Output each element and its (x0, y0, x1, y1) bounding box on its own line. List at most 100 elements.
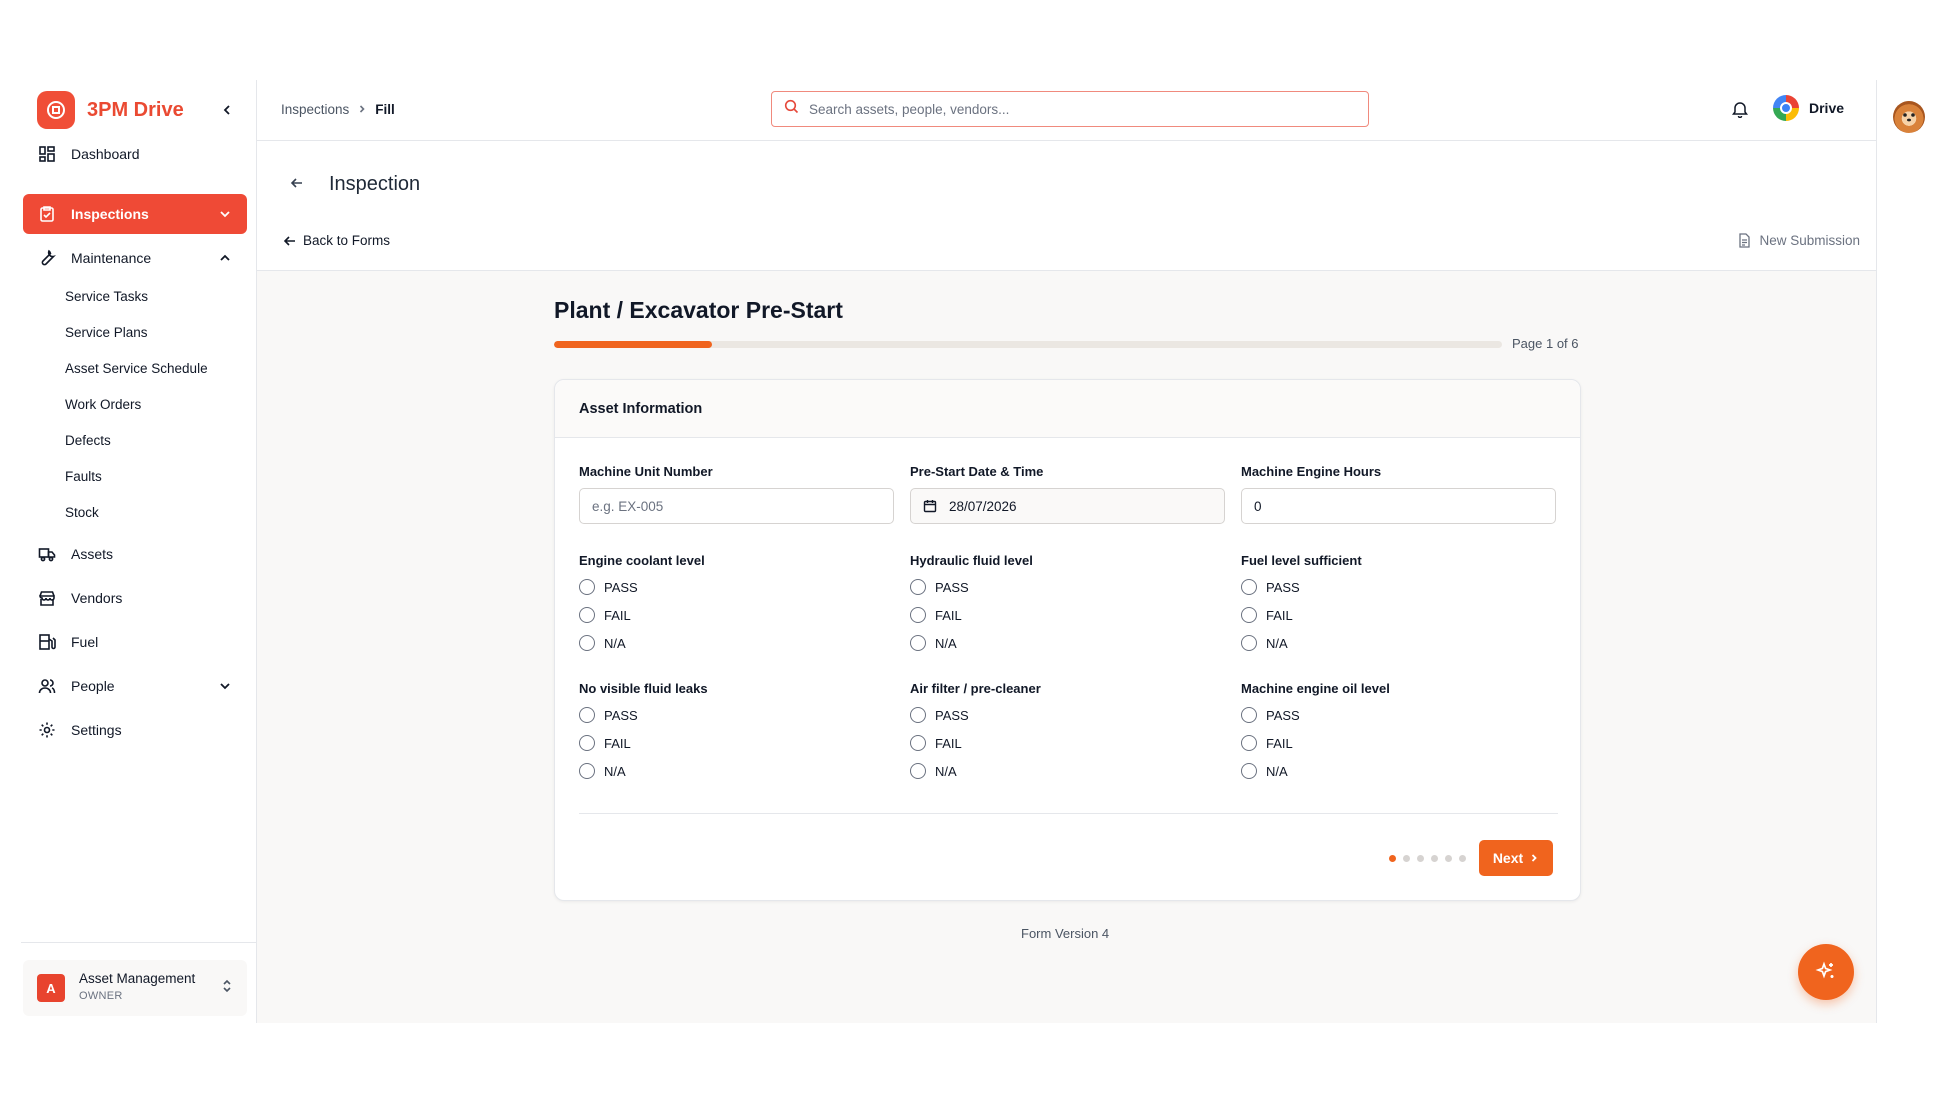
machine-engine-hours-input[interactable] (1254, 498, 1534, 514)
sidebar-subitem-service-plans[interactable]: Service Plans (65, 325, 148, 340)
radio-fluid-leaks-fail[interactable]: FAIL (579, 735, 631, 751)
chevron-down-icon (217, 206, 233, 222)
sparkle-icon (1815, 961, 1834, 979)
asset-information-card: Asset Information Machine Unit Number Pr… (554, 379, 1581, 901)
page-dot[interactable] (1403, 855, 1410, 862)
sidebar-subitem-stock[interactable]: Stock (65, 505, 99, 520)
sidebar-subitem-work-orders[interactable]: Work Orders (65, 397, 141, 412)
radio-air-filter-fail[interactable]: FAIL (910, 735, 962, 751)
sidebar-item-assets[interactable]: Assets (23, 534, 247, 574)
radio-label: N/A (935, 635, 957, 651)
radio-engine-oil-fail[interactable]: FAIL (1241, 735, 1293, 751)
radio-fuel-level-pass[interactable]: PASS (1241, 579, 1300, 595)
page-dot[interactable] (1417, 855, 1424, 862)
machine-unit-number-input[interactable] (592, 498, 872, 514)
radio-fluid-leaks-pass[interactable]: PASS (579, 707, 638, 723)
radio-engine-oil-na[interactable]: N/A (1241, 763, 1288, 779)
chevron-right-icon (357, 102, 367, 117)
radio-engine-oil-pass[interactable]: PASS (1241, 707, 1300, 723)
chevron-down-icon (217, 678, 233, 694)
form-progress-fill (554, 341, 713, 348)
check-label-fluid-leaks: No visible fluid leaks (579, 681, 708, 696)
radio-label: PASS (1266, 579, 1300, 595)
radio-label: N/A (604, 763, 626, 779)
prestart-datetime-field[interactable]: 28/07/2026 (910, 488, 1225, 524)
extension-avatar-icon[interactable] (1893, 101, 1925, 133)
page-dot[interactable] (1459, 855, 1466, 862)
brand[interactable]: 3PM Drive (37, 90, 184, 130)
radio-engine-coolant-pass[interactable]: PASS (579, 579, 638, 595)
breadcrumb-inspections[interactable]: Inspections (281, 102, 349, 117)
store-icon (37, 588, 57, 608)
back-arrow-icon[interactable] (289, 175, 305, 196)
radio-label: PASS (1266, 707, 1300, 723)
radio-engine-coolant-na[interactable]: N/A (579, 635, 626, 651)
radio-air-filter-pass[interactable]: PASS (910, 707, 969, 723)
sidebar-item-settings[interactable]: Settings (23, 710, 247, 750)
sidebar-item-inspections[interactable]: Inspections (23, 194, 247, 234)
sidebar-item-label: Assets (71, 546, 114, 562)
form-progress-bar (554, 341, 1502, 348)
radio-fuel-level-fail[interactable]: FAIL (1241, 607, 1293, 623)
sidebar-item-label: Vendors (71, 590, 123, 606)
sidebar-item-people[interactable]: People (23, 666, 247, 706)
ai-assistant-sparkle-button[interactable] (1798, 944, 1854, 1000)
user-menu[interactable]: Drive (1773, 95, 1844, 121)
radio-fluid-leaks-na[interactable]: N/A (579, 763, 626, 779)
page-dot[interactable] (1431, 855, 1438, 862)
radio-label: N/A (1266, 635, 1288, 651)
breadcrumb: Inspections Fill (281, 102, 395, 117)
sidebar-item-vendors[interactable]: Vendors (23, 578, 247, 618)
user-name: Drive (1809, 100, 1845, 116)
form-version: Form Version 4 (1021, 926, 1110, 941)
page-dot[interactable] (1445, 855, 1452, 862)
next-button[interactable]: Next (1479, 840, 1553, 876)
sidebar-item-label: Maintenance (71, 250, 152, 266)
document-icon (1739, 233, 1751, 248)
notification-bell-icon[interactable] (1732, 100, 1748, 123)
search-input[interactable] (809, 101, 1349, 117)
sidebar-subitem-asset-service-schedule[interactable]: Asset Service Schedule (65, 361, 208, 376)
right-border (1876, 80, 1877, 1023)
org-avatar: A (37, 974, 65, 1002)
radio-label: FAIL (604, 607, 631, 623)
avatar (1773, 95, 1799, 121)
sidebar-subitem-service-tasks[interactable]: Service Tasks (65, 289, 148, 304)
fuel-icon (37, 632, 57, 652)
sidebar-subitem-faults[interactable]: Faults (65, 469, 102, 484)
arrow-left-icon (283, 235, 295, 246)
sidebar-item-label: Fuel (71, 634, 99, 650)
sidebar-item-dashboard[interactable]: Dashboard (23, 134, 247, 174)
sidebar-item-fuel[interactable]: Fuel (23, 622, 247, 662)
wrench-icon (37, 248, 57, 268)
chevron-up-icon (217, 250, 233, 266)
gear-icon (37, 720, 57, 740)
radio-engine-coolant-fail[interactable]: FAIL (579, 607, 631, 623)
radio-hydraulic-fluid-pass[interactable]: PASS (910, 579, 969, 595)
radio-label: PASS (935, 707, 969, 723)
chevron-right-icon (1532, 854, 1537, 862)
radio-label: PASS (935, 579, 969, 595)
dashboard-icon (37, 144, 57, 164)
sidebar-item-maintenance[interactable]: Maintenance (23, 238, 247, 278)
radio-air-filter-na[interactable]: N/A (910, 763, 957, 779)
page-dot[interactable] (1389, 855, 1396, 862)
check-label-air-filter: Air filter / pre-cleaner (910, 681, 1041, 696)
radio-fuel-level-na[interactable]: N/A (1241, 635, 1288, 651)
radio-label: FAIL (1266, 735, 1293, 751)
back-to-forms-link[interactable]: Back to Forms (283, 233, 390, 248)
org-switcher[interactable]: A Asset Management OWNER (23, 960, 247, 1016)
collapse-sidebar-chevron-left-icon[interactable] (217, 100, 237, 120)
machine-engine-hours-field[interactable] (1241, 488, 1556, 524)
machine-unit-number-field[interactable] (579, 488, 894, 524)
sidebar-item-label: Settings (71, 722, 122, 738)
brand-logo-icon (37, 91, 75, 129)
prestart-datetime-label: Pre-Start Date & Time (910, 464, 1044, 479)
form-content: Plant / Excavator Pre-Start Page 1 of 6 … (257, 271, 1876, 1023)
radio-hydraulic-fluid-fail[interactable]: FAIL (910, 607, 962, 623)
radio-label: FAIL (604, 735, 631, 751)
radio-label: N/A (1266, 763, 1288, 779)
search-box[interactable] (771, 91, 1369, 127)
sidebar-subitem-defects[interactable]: Defects (65, 433, 111, 448)
radio-hydraulic-fluid-na[interactable]: N/A (910, 635, 957, 651)
